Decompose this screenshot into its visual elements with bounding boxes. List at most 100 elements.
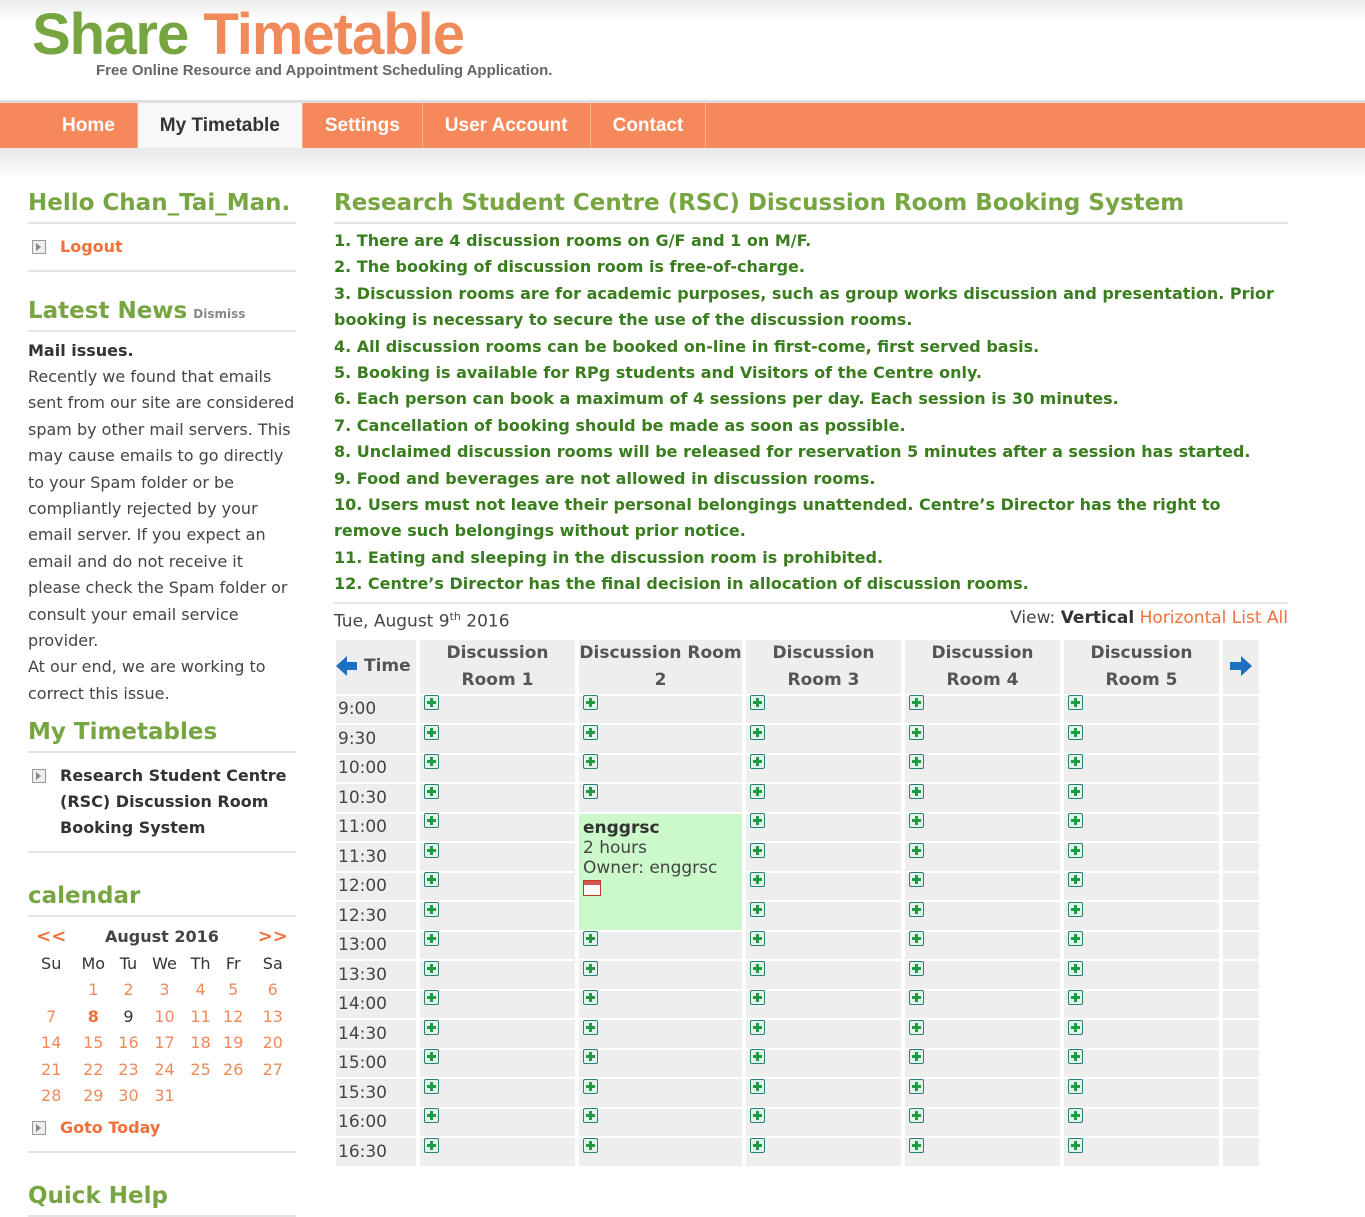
add-booking-icon[interactable] <box>909 724 924 740</box>
add-booking-icon[interactable] <box>424 1019 439 1035</box>
calendar-day[interactable]: 4 <box>184 976 217 1003</box>
calendar-day[interactable]: 14 <box>28 1029 74 1056</box>
calendar-day[interactable]: 24 <box>145 1056 185 1083</box>
nav-my-timetable[interactable]: My Timetable <box>137 103 303 148</box>
calendar-day[interactable]: 2 <box>112 976 145 1003</box>
add-booking-icon[interactable] <box>909 783 924 799</box>
calendar-day[interactable]: 15 <box>74 1029 112 1056</box>
add-booking-icon[interactable] <box>1068 724 1083 740</box>
calendar-day[interactable]: 3 <box>145 976 185 1003</box>
add-booking-icon[interactable] <box>1068 1108 1083 1124</box>
add-booking-icon[interactable] <box>909 901 924 917</box>
add-booking-icon[interactable] <box>1068 754 1083 770</box>
add-booking-icon[interactable] <box>1068 842 1083 858</box>
add-booking-icon[interactable] <box>909 754 924 770</box>
goto-today-link[interactable]: Goto Today <box>28 1109 296 1153</box>
add-booking-icon[interactable] <box>909 931 924 947</box>
add-booking-icon[interactable] <box>909 1108 924 1124</box>
dismiss-link[interactable]: Dismiss <box>193 307 245 321</box>
add-booking-icon[interactable] <box>583 931 598 947</box>
calendar-day[interactable]: 21 <box>28 1056 74 1083</box>
add-booking-icon[interactable] <box>750 724 765 740</box>
add-booking-icon[interactable] <box>1068 901 1083 917</box>
calendar-day[interactable]: 9 <box>112 1003 145 1030</box>
calendar-day[interactable]: 26 <box>217 1056 250 1083</box>
add-booking-icon[interactable] <box>750 754 765 770</box>
add-booking-icon[interactable] <box>424 960 439 976</box>
site-logo[interactable]: Share Timetable <box>32 2 465 68</box>
nav-home[interactable]: Home <box>40 103 138 148</box>
view-horizontal-link[interactable]: Horizontal <box>1140 608 1227 628</box>
add-booking-icon[interactable] <box>583 695 598 711</box>
calendar-day[interactable]: 30 <box>112 1082 145 1109</box>
add-booking-icon[interactable] <box>424 1049 439 1065</box>
arrow-right-icon[interactable] <box>1230 656 1252 677</box>
booking-block[interactable]: enggrsc 2 hours Owner: enggrsc <box>579 813 742 930</box>
add-booking-icon[interactable] <box>909 1019 924 1035</box>
add-booking-icon[interactable] <box>583 1019 598 1035</box>
add-booking-icon[interactable] <box>1068 1049 1083 1065</box>
calendar-day[interactable]: 16 <box>112 1029 145 1056</box>
logout-link[interactable]: Logout <box>28 224 296 272</box>
add-booking-icon[interactable] <box>750 872 765 888</box>
add-booking-icon[interactable] <box>583 1108 598 1124</box>
add-booking-icon[interactable] <box>909 872 924 888</box>
view-list-all-link[interactable]: List All <box>1232 608 1288 628</box>
add-booking-icon[interactable] <box>750 901 765 917</box>
add-booking-icon[interactable] <box>750 1049 765 1065</box>
add-booking-icon[interactable] <box>750 931 765 947</box>
add-booking-icon[interactable] <box>424 1078 439 1094</box>
add-booking-icon[interactable] <box>424 901 439 917</box>
add-booking-icon[interactable] <box>424 724 439 740</box>
calendar-day[interactable]: 5 <box>217 976 250 1003</box>
add-booking-icon[interactable] <box>1068 990 1083 1006</box>
calendar-day[interactable]: 1 <box>74 976 112 1003</box>
add-booking-icon[interactable] <box>424 754 439 770</box>
add-booking-icon[interactable] <box>1068 931 1083 947</box>
add-booking-icon[interactable] <box>1068 783 1083 799</box>
calendar-day[interactable]: 31 <box>145 1082 185 1109</box>
add-booking-icon[interactable] <box>424 1137 439 1153</box>
calendar-prev-month[interactable]: << <box>28 923 74 950</box>
add-booking-icon[interactable] <box>424 990 439 1006</box>
calendar-day[interactable]: 27 <box>250 1056 296 1083</box>
add-booking-icon[interactable] <box>750 842 765 858</box>
calendar-day[interactable]: 18 <box>184 1029 217 1056</box>
nav-contact[interactable]: Contact <box>591 103 707 148</box>
add-booking-icon[interactable] <box>424 931 439 947</box>
add-booking-icon[interactable] <box>424 1108 439 1124</box>
add-booking-icon[interactable] <box>424 783 439 799</box>
add-booking-icon[interactable] <box>1068 1078 1083 1094</box>
add-booking-icon[interactable] <box>750 695 765 711</box>
add-booking-icon[interactable] <box>583 754 598 770</box>
add-booking-icon[interactable] <box>583 990 598 1006</box>
timetable-link-rsc[interactable]: Research Student Centre (RSC) Discussion… <box>28 753 296 854</box>
calendar-day[interactable]: 23 <box>112 1056 145 1083</box>
add-booking-icon[interactable] <box>750 1019 765 1035</box>
add-booking-icon[interactable] <box>909 842 924 858</box>
add-booking-icon[interactable] <box>750 1108 765 1124</box>
add-booking-icon[interactable] <box>1068 960 1083 976</box>
add-booking-icon[interactable] <box>750 1137 765 1153</box>
add-booking-icon[interactable] <box>424 842 439 858</box>
calendar-day[interactable]: 20 <box>250 1029 296 1056</box>
arrow-left-icon[interactable] <box>336 656 358 677</box>
calendar-day[interactable]: 29 <box>74 1082 112 1109</box>
add-booking-icon[interactable] <box>424 695 439 711</box>
add-booking-icon[interactable] <box>1068 695 1083 711</box>
add-booking-icon[interactable] <box>750 1078 765 1094</box>
calendar-next-month[interactable]: >> <box>250 923 296 950</box>
add-booking-icon[interactable] <box>424 813 439 829</box>
add-booking-icon[interactable] <box>909 960 924 976</box>
add-booking-icon[interactable] <box>583 1137 598 1153</box>
add-booking-icon[interactable] <box>583 1078 598 1094</box>
calendar-icon[interactable] <box>583 879 601 896</box>
add-booking-icon[interactable] <box>750 990 765 1006</box>
add-booking-icon[interactable] <box>583 960 598 976</box>
nav-user-account[interactable]: User Account <box>423 103 591 148</box>
add-booking-icon[interactable] <box>1068 1137 1083 1153</box>
calendar-day[interactable]: 8 <box>74 1003 112 1030</box>
add-booking-icon[interactable] <box>909 1049 924 1065</box>
add-booking-icon[interactable] <box>750 783 765 799</box>
calendar-day[interactable]: 6 <box>250 976 296 1003</box>
